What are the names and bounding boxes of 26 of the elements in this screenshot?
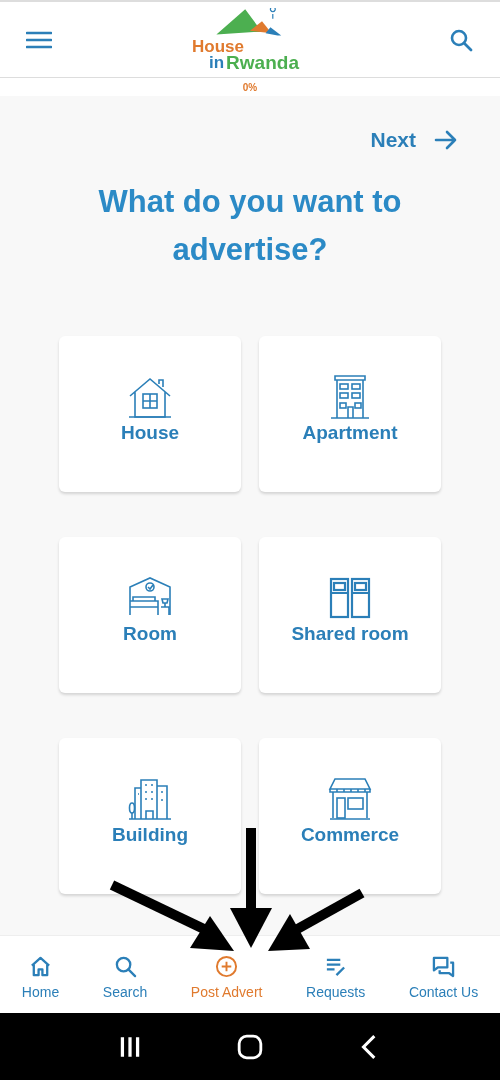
option-card[interactable]: Shared room	[259, 537, 441, 693]
plus-circle-icon	[215, 955, 239, 978]
logo-text: in	[209, 54, 225, 71]
shop-icon	[327, 776, 373, 822]
twin-beds-icon	[327, 575, 373, 621]
nav-tab[interactable]: Home	[21, 955, 60, 1000]
search-icon	[113, 955, 137, 978]
logo-text: Rwanda	[226, 54, 299, 71]
option-card[interactable]: House	[59, 336, 241, 492]
progress-label: 0%	[242, 81, 258, 93]
arrow-right-icon	[434, 128, 458, 152]
search-icon[interactable]	[448, 27, 474, 52]
nav-tab[interactable]: Contact Us	[408, 955, 479, 1000]
nav-tab[interactable]: Requests	[306, 955, 366, 1000]
chat-bubbles-icon	[432, 955, 456, 978]
option-card[interactable]: Building	[59, 738, 241, 894]
home-icon	[29, 955, 52, 978]
nav-tab[interactable]: Post Advert	[190, 955, 263, 1000]
option-card[interactable]: Room	[59, 537, 241, 693]
logo-text: House	[192, 38, 244, 55]
page-title: What do you want to advertise?	[97, 183, 403, 269]
office-buildings-icon	[127, 776, 173, 822]
option-card[interactable]: Commerce	[259, 738, 441, 894]
nav-tab[interactable]: Search	[102, 955, 148, 1000]
next-button[interactable]: Next	[370, 128, 458, 152]
option-card[interactable]: Apartment	[259, 336, 441, 492]
